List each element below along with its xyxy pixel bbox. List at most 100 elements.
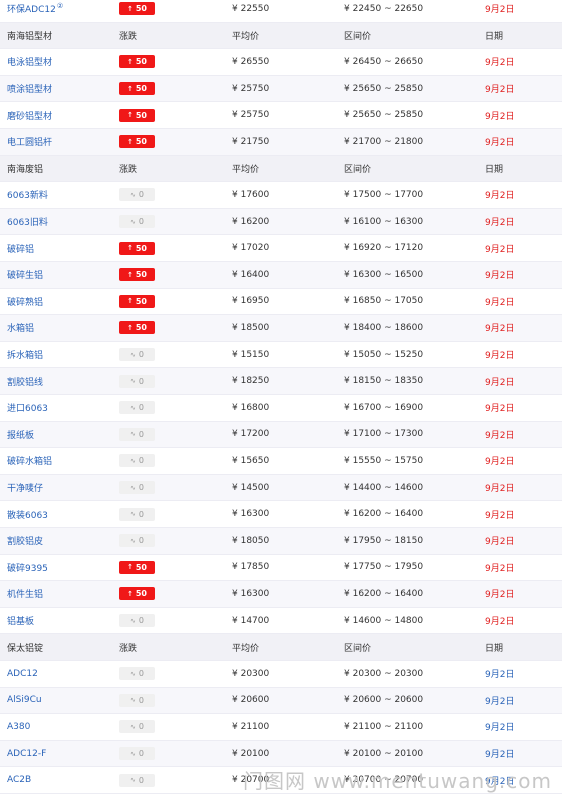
- product-link[interactable]: 水箱铝: [7, 321, 34, 334]
- change-badge: ∿ 0: [119, 481, 155, 495]
- product-link[interactable]: 干净唛仔: [7, 481, 43, 494]
- product-link[interactable]: 6063新料: [7, 188, 48, 201]
- product-link[interactable]: ADC12-F: [7, 749, 46, 759]
- name-cell: 环保ADC12 ②: [7, 0, 63, 22]
- product-link[interactable]: 喷涂铝型材: [7, 82, 52, 95]
- date-cell: 9月2日: [485, 457, 515, 468]
- price-range: ¥ 21700 ~ 21800: [344, 136, 424, 147]
- table-row: 6063新料 ∿ 0 ¥ 17600 ¥ 17500 ~ 17700 9月2日: [0, 182, 562, 209]
- change-value: 0: [138, 429, 144, 439]
- flat-trend-icon: ∿: [130, 403, 136, 412]
- change-badge: ↑ 50: [119, 294, 155, 308]
- change-badge: ↑ 50: [119, 268, 155, 282]
- table-row: 水箱铝 ↑ 50 ¥ 18500 ¥ 18400 ~ 18600 9月2日: [0, 315, 562, 342]
- change-badge: ∿ 0: [119, 534, 155, 548]
- average-price: ¥ 21100: [232, 721, 270, 732]
- product-link[interactable]: 报纸板: [7, 428, 34, 441]
- average-price: ¥ 18250: [232, 376, 270, 387]
- average-price: ¥ 14500: [232, 482, 270, 493]
- name-cell: 割胶铝皮: [7, 528, 43, 554]
- change-badge: ∿ 0: [119, 188, 155, 202]
- product-link[interactable]: 环保ADC12: [7, 2, 56, 15]
- change-cell: ∿ 0: [119, 688, 155, 714]
- flat-trend-icon: ∿: [130, 669, 136, 678]
- name-cell: ADC12-F: [7, 741, 46, 767]
- change-cell: ↑ 50: [119, 0, 155, 22]
- table-row: 磨砂铝型材 ↑ 50 ¥ 25750 ¥ 25650 ~ 25850 9月2日: [0, 102, 562, 129]
- change-value: 50: [135, 57, 147, 67]
- change-value: 50: [135, 110, 147, 120]
- product-link[interactable]: 破碎铝: [7, 242, 34, 255]
- date-cell: 9月2日: [485, 271, 515, 282]
- change-badge: ↑ 50: [119, 108, 155, 122]
- product-link[interactable]: AlSi9Cu: [7, 695, 42, 705]
- product-link[interactable]: 电泳铝型材: [7, 55, 52, 68]
- header-range: 区间价: [344, 643, 372, 654]
- name-cell: 破碎铝: [7, 235, 34, 261]
- price-range: ¥ 18400 ~ 18600: [344, 322, 424, 333]
- change-badge: ∿ 0: [119, 215, 155, 229]
- product-link[interactable]: ADC12: [7, 669, 38, 679]
- name-cell: 破碎生铝: [7, 262, 43, 288]
- arrow-up-icon: ↑: [126, 84, 133, 93]
- table-row: 破碎熟铝 ↑ 50 ¥ 16950 ¥ 16850 ~ 17050 9月2日: [0, 289, 562, 316]
- product-link[interactable]: 破碎生铝: [7, 268, 43, 281]
- name-cell: 报纸板: [7, 422, 34, 448]
- product-link[interactable]: 铝基板: [7, 614, 34, 627]
- change-value: 0: [138, 749, 144, 759]
- date-cell: 9月2日: [485, 670, 515, 681]
- name-cell: 铝基板: [7, 608, 34, 634]
- product-link[interactable]: A380: [7, 722, 30, 732]
- price-range: ¥ 26450 ~ 26650: [344, 56, 424, 67]
- flat-trend-icon: ∿: [130, 696, 136, 705]
- product-link[interactable]: 破碎9395: [7, 561, 48, 574]
- table-row: 电工圆铝杆 ↑ 50 ¥ 21750 ¥ 21700 ~ 21800 9月2日: [0, 129, 562, 156]
- price-range: ¥ 20600 ~ 20600: [344, 695, 424, 706]
- change-cell: ∿ 0: [119, 608, 155, 634]
- table-row: 电泳铝型材 ↑ 50 ¥ 26550 ¥ 26450 ~ 26650 9月2日: [0, 49, 562, 76]
- product-link[interactable]: 机件生铝: [7, 587, 43, 600]
- arrow-up-icon: ↑: [126, 270, 133, 279]
- header-change: 涨跌: [119, 643, 138, 654]
- price-range: ¥ 17950 ~ 18150: [344, 535, 424, 546]
- average-price: ¥ 20300: [232, 668, 270, 679]
- product-link[interactable]: 6063旧料: [7, 215, 48, 228]
- date-cell: 9月2日: [485, 590, 515, 601]
- price-range: ¥ 17100 ~ 17300: [344, 429, 424, 440]
- product-link[interactable]: 割胶铝线: [7, 375, 43, 388]
- date-cell: 9月2日: [485, 510, 515, 521]
- name-cell: A380: [7, 714, 30, 740]
- change-badge: ∿ 0: [119, 348, 155, 362]
- product-link[interactable]: AC2B: [7, 775, 31, 785]
- product-link[interactable]: 磨砂铝型材: [7, 109, 52, 122]
- product-link[interactable]: 破碎熟铝: [7, 295, 43, 308]
- price-range: ¥ 22450 ~ 22650: [344, 3, 424, 14]
- change-value: 0: [138, 616, 144, 626]
- table-row: 报纸板 ∿ 0 ¥ 17200 ¥ 17100 ~ 17300 9月2日: [0, 421, 562, 449]
- name-cell: 割胶铝线: [7, 368, 43, 394]
- change-cell: ∿ 0: [119, 661, 155, 687]
- change-badge: ∿ 0: [119, 773, 155, 787]
- product-link[interactable]: 散装6063: [7, 508, 48, 521]
- flat-trend-icon: ∿: [130, 616, 136, 625]
- average-price: ¥ 15650: [232, 455, 270, 466]
- change-badge: ↑ 50: [119, 587, 155, 601]
- product-link[interactable]: 拆水箱铝: [7, 348, 43, 361]
- product-link[interactable]: 割胶铝皮: [7, 534, 43, 547]
- change-cell: ↑ 50: [119, 315, 155, 341]
- section-header: 南海铝型材 涨跌 平均价 区间价 日期: [0, 22, 562, 50]
- change-value: 50: [135, 243, 147, 253]
- date-cell: 9月2日: [485, 191, 515, 202]
- product-link[interactable]: 电工圆铝杆: [7, 135, 52, 148]
- arrow-up-icon: ↑: [126, 111, 133, 120]
- change-value: 50: [135, 4, 147, 14]
- product-link[interactable]: 进口6063: [7, 401, 48, 414]
- table-row: 拆水箱铝 ∿ 0 ¥ 15150 ¥ 15050 ~ 15250 9月2日: [0, 342, 562, 369]
- change-badge: ∿ 0: [119, 427, 155, 441]
- header-date: 日期: [485, 31, 504, 42]
- change-value: 50: [135, 84, 147, 94]
- name-cell: ADC12: [7, 661, 38, 687]
- date-cell: 9月2日: [485, 244, 515, 255]
- product-link[interactable]: 破碎水箱铝: [7, 454, 52, 467]
- change-cell: ↑ 50: [119, 581, 155, 607]
